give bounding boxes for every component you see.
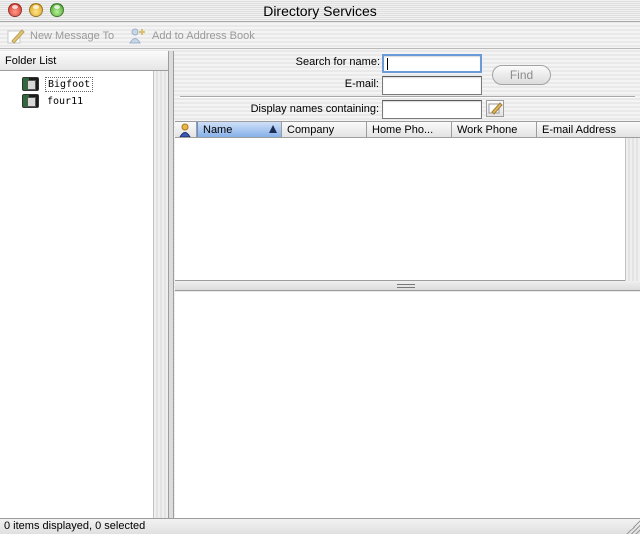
add-to-address-book-label: Add to Address Book — [152, 30, 255, 42]
folder-item-bigfoot[interactable]: Bigfoot — [22, 76, 94, 92]
splitter-grip-icon — [397, 284, 415, 288]
folder-list-header: Folder List — [0, 51, 169, 71]
results-scrollbar[interactable] — [625, 138, 640, 281]
horizontal-splitter[interactable] — [175, 281, 640, 291]
email-input[interactable] — [382, 76, 482, 95]
status-text: 0 items displayed, 0 selected — [4, 520, 146, 532]
window-title: Directory Services — [263, 3, 377, 19]
edit-icon — [488, 102, 503, 115]
sort-ascending-icon — [269, 125, 277, 133]
folder-item-label: Bigfoot — [45, 76, 94, 92]
title-bar: Directory Services — [0, 0, 640, 22]
column-header-home-phone[interactable]: Home Pho... — [367, 122, 452, 137]
display-names-label: Display names containing: — [250, 103, 379, 115]
email-label: E-mail: — [344, 78, 379, 90]
new-message-button[interactable]: New Message To — [6, 27, 114, 45]
search-name-label: Search for name: — [295, 56, 380, 68]
results-table-header: Name Company Home Pho... Work Phone E-ma… — [175, 121, 640, 138]
folder-list — [0, 71, 169, 518]
address-book-icon — [22, 94, 39, 108]
status-bar: 0 items displayed, 0 selected — [0, 518, 640, 534]
folder-item-four11[interactable]: four11 — [22, 93, 85, 109]
results-table-body[interactable] — [175, 138, 640, 281]
search-name-input[interactable] — [382, 54, 482, 73]
vertical-splitter[interactable] — [169, 51, 174, 518]
divider — [180, 96, 635, 98]
text-caret — [387, 58, 388, 70]
column-header-email[interactable]: E-mail Address — [537, 122, 640, 137]
find-button[interactable]: Find — [492, 65, 551, 85]
display-names-input[interactable] — [382, 100, 482, 119]
column-header-work-phone[interactable]: Work Phone — [452, 122, 537, 137]
preview-pane — [175, 292, 640, 518]
address-book-icon — [22, 77, 39, 91]
edit-filter-button[interactable] — [486, 100, 504, 117]
pencil-icon — [6, 27, 26, 45]
toolbar: New Message To Add to Address Book — [0, 23, 640, 49]
add-to-address-book-button[interactable]: Add to Address Book — [128, 27, 255, 45]
column-header-name[interactable]: Name — [197, 122, 282, 137]
folder-list-scrollbar[interactable] — [153, 71, 168, 518]
column-header-company[interactable]: Company — [282, 122, 367, 137]
person-icon — [179, 123, 191, 137]
new-message-label: New Message To — [30, 30, 115, 42]
add-person-icon — [128, 27, 148, 45]
column-header-label: Name — [203, 124, 233, 136]
folder-item-label: four11 — [47, 95, 84, 107]
resize-grip-icon[interactable] — [625, 519, 640, 534]
person-column-header[interactable] — [175, 122, 197, 137]
